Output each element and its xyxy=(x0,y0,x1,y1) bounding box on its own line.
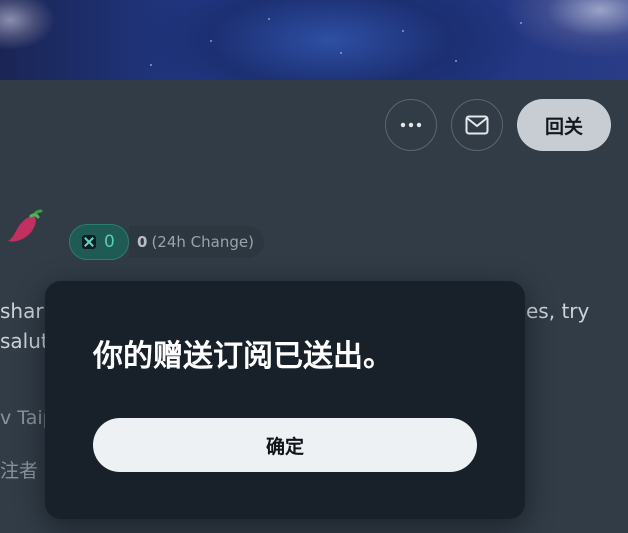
coin-count: 0 xyxy=(104,232,115,252)
change-value: 0 xyxy=(137,233,148,251)
message-button[interactable] xyxy=(451,99,503,151)
follow-back-button[interactable]: 回关 xyxy=(517,99,611,151)
bio-text-fragment: es, try xyxy=(526,299,590,323)
confirm-button[interactable]: 确定 xyxy=(93,418,477,472)
dialog-message: 你的赠送订阅已送出。 xyxy=(93,339,393,374)
gift-sent-dialog: 你的赠送订阅已送出。 确定 xyxy=(45,281,525,519)
coin-icon xyxy=(82,235,96,249)
followers-link[interactable]: 注者 xyxy=(0,456,38,483)
more-horizontal-icon xyxy=(400,122,422,128)
bio-text-fragment: shar xyxy=(0,299,44,323)
profile-banner-image xyxy=(0,0,628,80)
coin-balance-pill[interactable]: 0 xyxy=(69,224,129,260)
chili-pepper-icon xyxy=(8,209,43,242)
bio-text-fragment: salut xyxy=(0,329,49,353)
app-screen: 回关 0 0 (24h Change) shar es, try salut v… xyxy=(0,0,628,533)
more-options-button[interactable] xyxy=(385,99,437,151)
mail-icon xyxy=(465,115,489,135)
coin-change-badge: 0 (24h Change) xyxy=(129,226,264,258)
change-label: (24h Change) xyxy=(151,233,254,251)
